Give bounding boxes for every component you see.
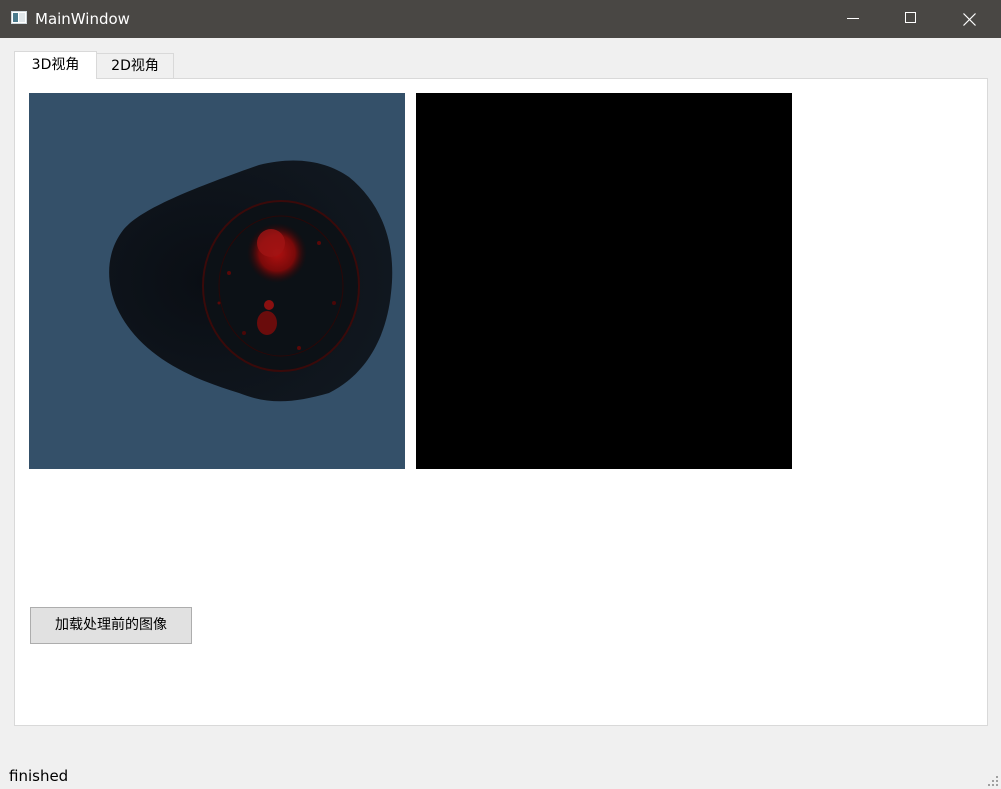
window-title: MainWindow	[35, 10, 130, 28]
close-icon	[963, 13, 976, 26]
2d-render-view[interactable]	[416, 93, 792, 469]
minimize-button[interactable]	[824, 0, 882, 38]
tab-2d-view[interactable]: 2D视角	[97, 53, 174, 78]
minimize-icon	[847, 18, 859, 19]
3d-render-view[interactable]	[29, 93, 405, 469]
tab-3d-view[interactable]: 3D视角	[14, 51, 97, 79]
window-app-icon	[11, 11, 27, 24]
title-bar: MainWindow	[0, 0, 1001, 38]
maximize-icon	[905, 12, 916, 23]
resize-grip-icon[interactable]	[988, 776, 998, 786]
volume-render-image	[109, 160, 393, 402]
status-text: finished	[9, 767, 69, 785]
load-original-image-button[interactable]: 加载处理前的图像	[30, 607, 192, 644]
maximize-button[interactable]	[882, 0, 940, 38]
close-button[interactable]	[940, 0, 998, 38]
